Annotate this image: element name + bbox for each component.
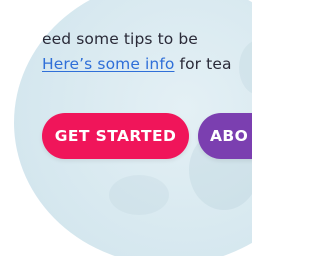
hero-section: eed some tips to be Here’s some info for… (0, 0, 252, 256)
background-illustration (239, 40, 252, 95)
intro-text-line-2-rest: for tea (174, 55, 232, 73)
intro-text-line-2: Here’s some info for tea (42, 55, 232, 73)
about-button[interactable]: ABO (198, 113, 252, 159)
background-illustration (109, 175, 169, 215)
intro-text-line-1: eed some tips to be (42, 30, 198, 48)
info-link[interactable]: Here’s some info (42, 55, 174, 73)
get-started-button[interactable]: GET STARTED (42, 113, 189, 159)
